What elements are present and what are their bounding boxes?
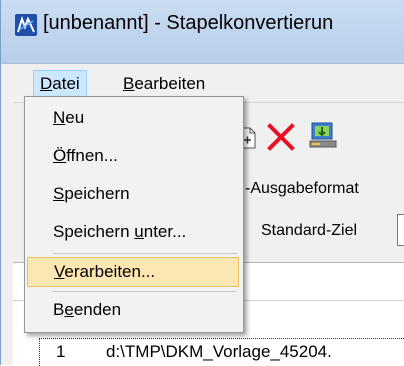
list-item[interactable]: 1 d:\TMP\DKM_Vorlage_45204. [39,338,404,366]
menu-datei-label: atei [52,74,80,93]
menu-separator [53,253,237,254]
title-bar: [unbenannt] - Stapelkonvertierun [1,0,404,64]
menu-datei[interactable]: Datei [33,70,87,98]
menu-bearbeiten[interactable]: Bearbeiten [117,70,211,98]
app-logo-icon [15,14,37,36]
menu-item-speichern[interactable]: Speichern [27,179,239,209]
menu-item-neu[interactable]: Neu [27,103,239,133]
menu-bearbeiten-mnemonic: B [123,74,135,93]
menu-item-speichern-unter[interactable]: Speichern unter... [27,217,239,247]
list-item-path: d:\TMP\DKM_Vorlage_45204. [106,342,332,361]
window-title: [unbenannt] - Stapelkonvertierun [43,12,334,34]
menu-item-oeffnen[interactable]: Öffnen... [27,141,239,171]
list-item-number: 1 [56,342,66,361]
standard-target-field[interactable] [397,214,404,246]
menu-item-verarbeiten[interactable]: Verarbeiten... [27,257,239,287]
menu-bearbeiten-label: earbeiten [134,74,206,93]
menu-datei-mnemonic: D [40,74,53,93]
menu-separator [53,291,237,292]
delete-x-icon[interactable] [267,123,295,151]
menu-item-beenden[interactable]: Beenden [27,295,239,325]
output-format-label: -Ausgabeformat [245,180,359,197]
datei-dropdown-menu: Neu Öffnen... Speichern Speichern unter.… [24,96,244,333]
process-icon[interactable] [308,119,338,151]
standard-target-label: Standard-Ziel [261,222,358,239]
